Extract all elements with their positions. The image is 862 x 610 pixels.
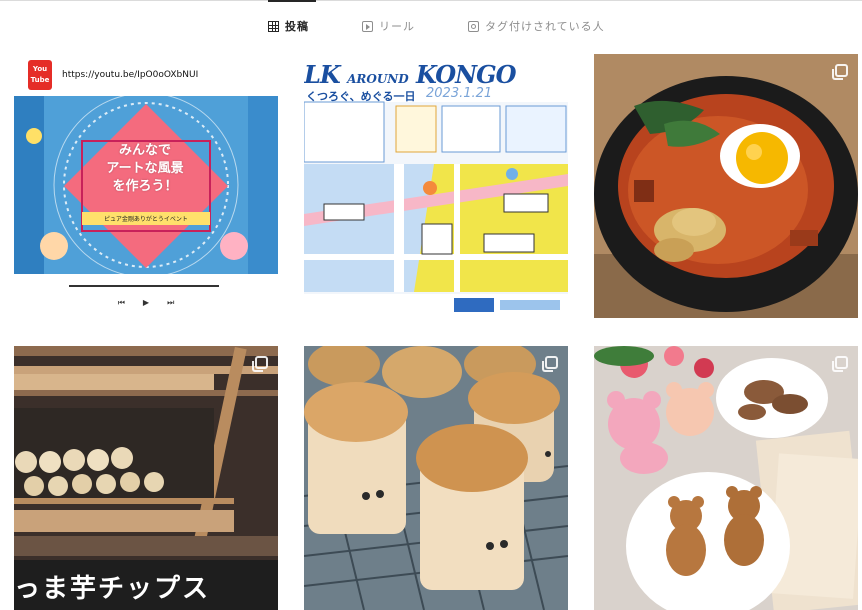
map-subtitle: くつろぐ、めぐる一日	[306, 90, 416, 103]
post-youtube-video[interactable]: You Tube https://youtu.be/IpO0oOXbNUI みん…	[14, 54, 278, 318]
map-title-right: KONGO	[416, 60, 516, 89]
multiple-posts-icon	[542, 64, 558, 80]
bread-photo	[304, 346, 568, 610]
map-date: 2023.1.21	[426, 86, 493, 101]
map-title: LK AROUND KONGO	[304, 60, 517, 89]
youtube-logo: You Tube	[28, 60, 52, 90]
tab-tagged-label: タグ付けされている人	[485, 20, 605, 33]
active-tab-indicator	[268, 0, 316, 2]
youtube-url: https://youtu.be/IpO0oOXbNUI	[62, 70, 199, 80]
shop-sign-text: っま芋チップス	[14, 574, 211, 604]
poster-line-1: みんなで	[118, 143, 171, 158]
poster-line-3: を作ろう！	[112, 179, 178, 194]
map-title-around: AROUND	[347, 72, 409, 86]
cookies-photo	[594, 346, 858, 610]
progress-bar[interactable]	[69, 285, 219, 287]
poster-text: みんなで アートな風景 を作ろう！	[80, 142, 210, 196]
poster-subtitle: ピュア金剛ありがとうイベント	[82, 212, 210, 225]
multiple-posts-icon	[252, 356, 268, 372]
tab-reels[interactable]: リール	[362, 18, 415, 34]
poster-line-2: アートな風景	[106, 161, 184, 176]
curry-photo	[594, 54, 858, 318]
previous-icon[interactable]: ⏮	[118, 298, 125, 308]
next-icon[interactable]: ⏭	[167, 298, 174, 308]
tab-posts[interactable]: 投稿	[268, 18, 309, 34]
tagged-icon	[468, 20, 479, 32]
play-icon[interactable]: ▶	[143, 298, 149, 308]
tab-reels-label: リール	[379, 20, 415, 33]
profile-divider	[0, 0, 862, 1]
reels-icon	[362, 20, 373, 32]
post-bakery-shelves[interactable]: っま芋チップス	[14, 346, 278, 610]
post-walk-around-kongo[interactable]: LK AROUND KONGO くつろぐ、めぐる一日 2023.1.21	[304, 54, 568, 318]
multiple-posts-icon	[542, 356, 558, 372]
multiple-posts-icon	[832, 356, 848, 372]
tab-tagged[interactable]: タグ付けされている人	[468, 18, 605, 34]
profile-tabs: 投稿 リール タグ付けされている人	[0, 18, 862, 42]
video-player-controls: ⏮ ▶ ⏭	[14, 274, 278, 318]
grid-icon	[268, 20, 279, 32]
post-bread-loaves[interactable]	[304, 346, 568, 610]
tab-posts-label: 投稿	[285, 20, 309, 33]
post-bear-cookies[interactable]	[594, 346, 858, 610]
youtube-link-bar: You Tube https://youtu.be/IpO0oOXbNUI	[14, 54, 278, 96]
map-title-left: LK	[304, 60, 341, 89]
post-curry-soup[interactable]	[594, 54, 858, 318]
multiple-posts-icon	[832, 64, 848, 80]
